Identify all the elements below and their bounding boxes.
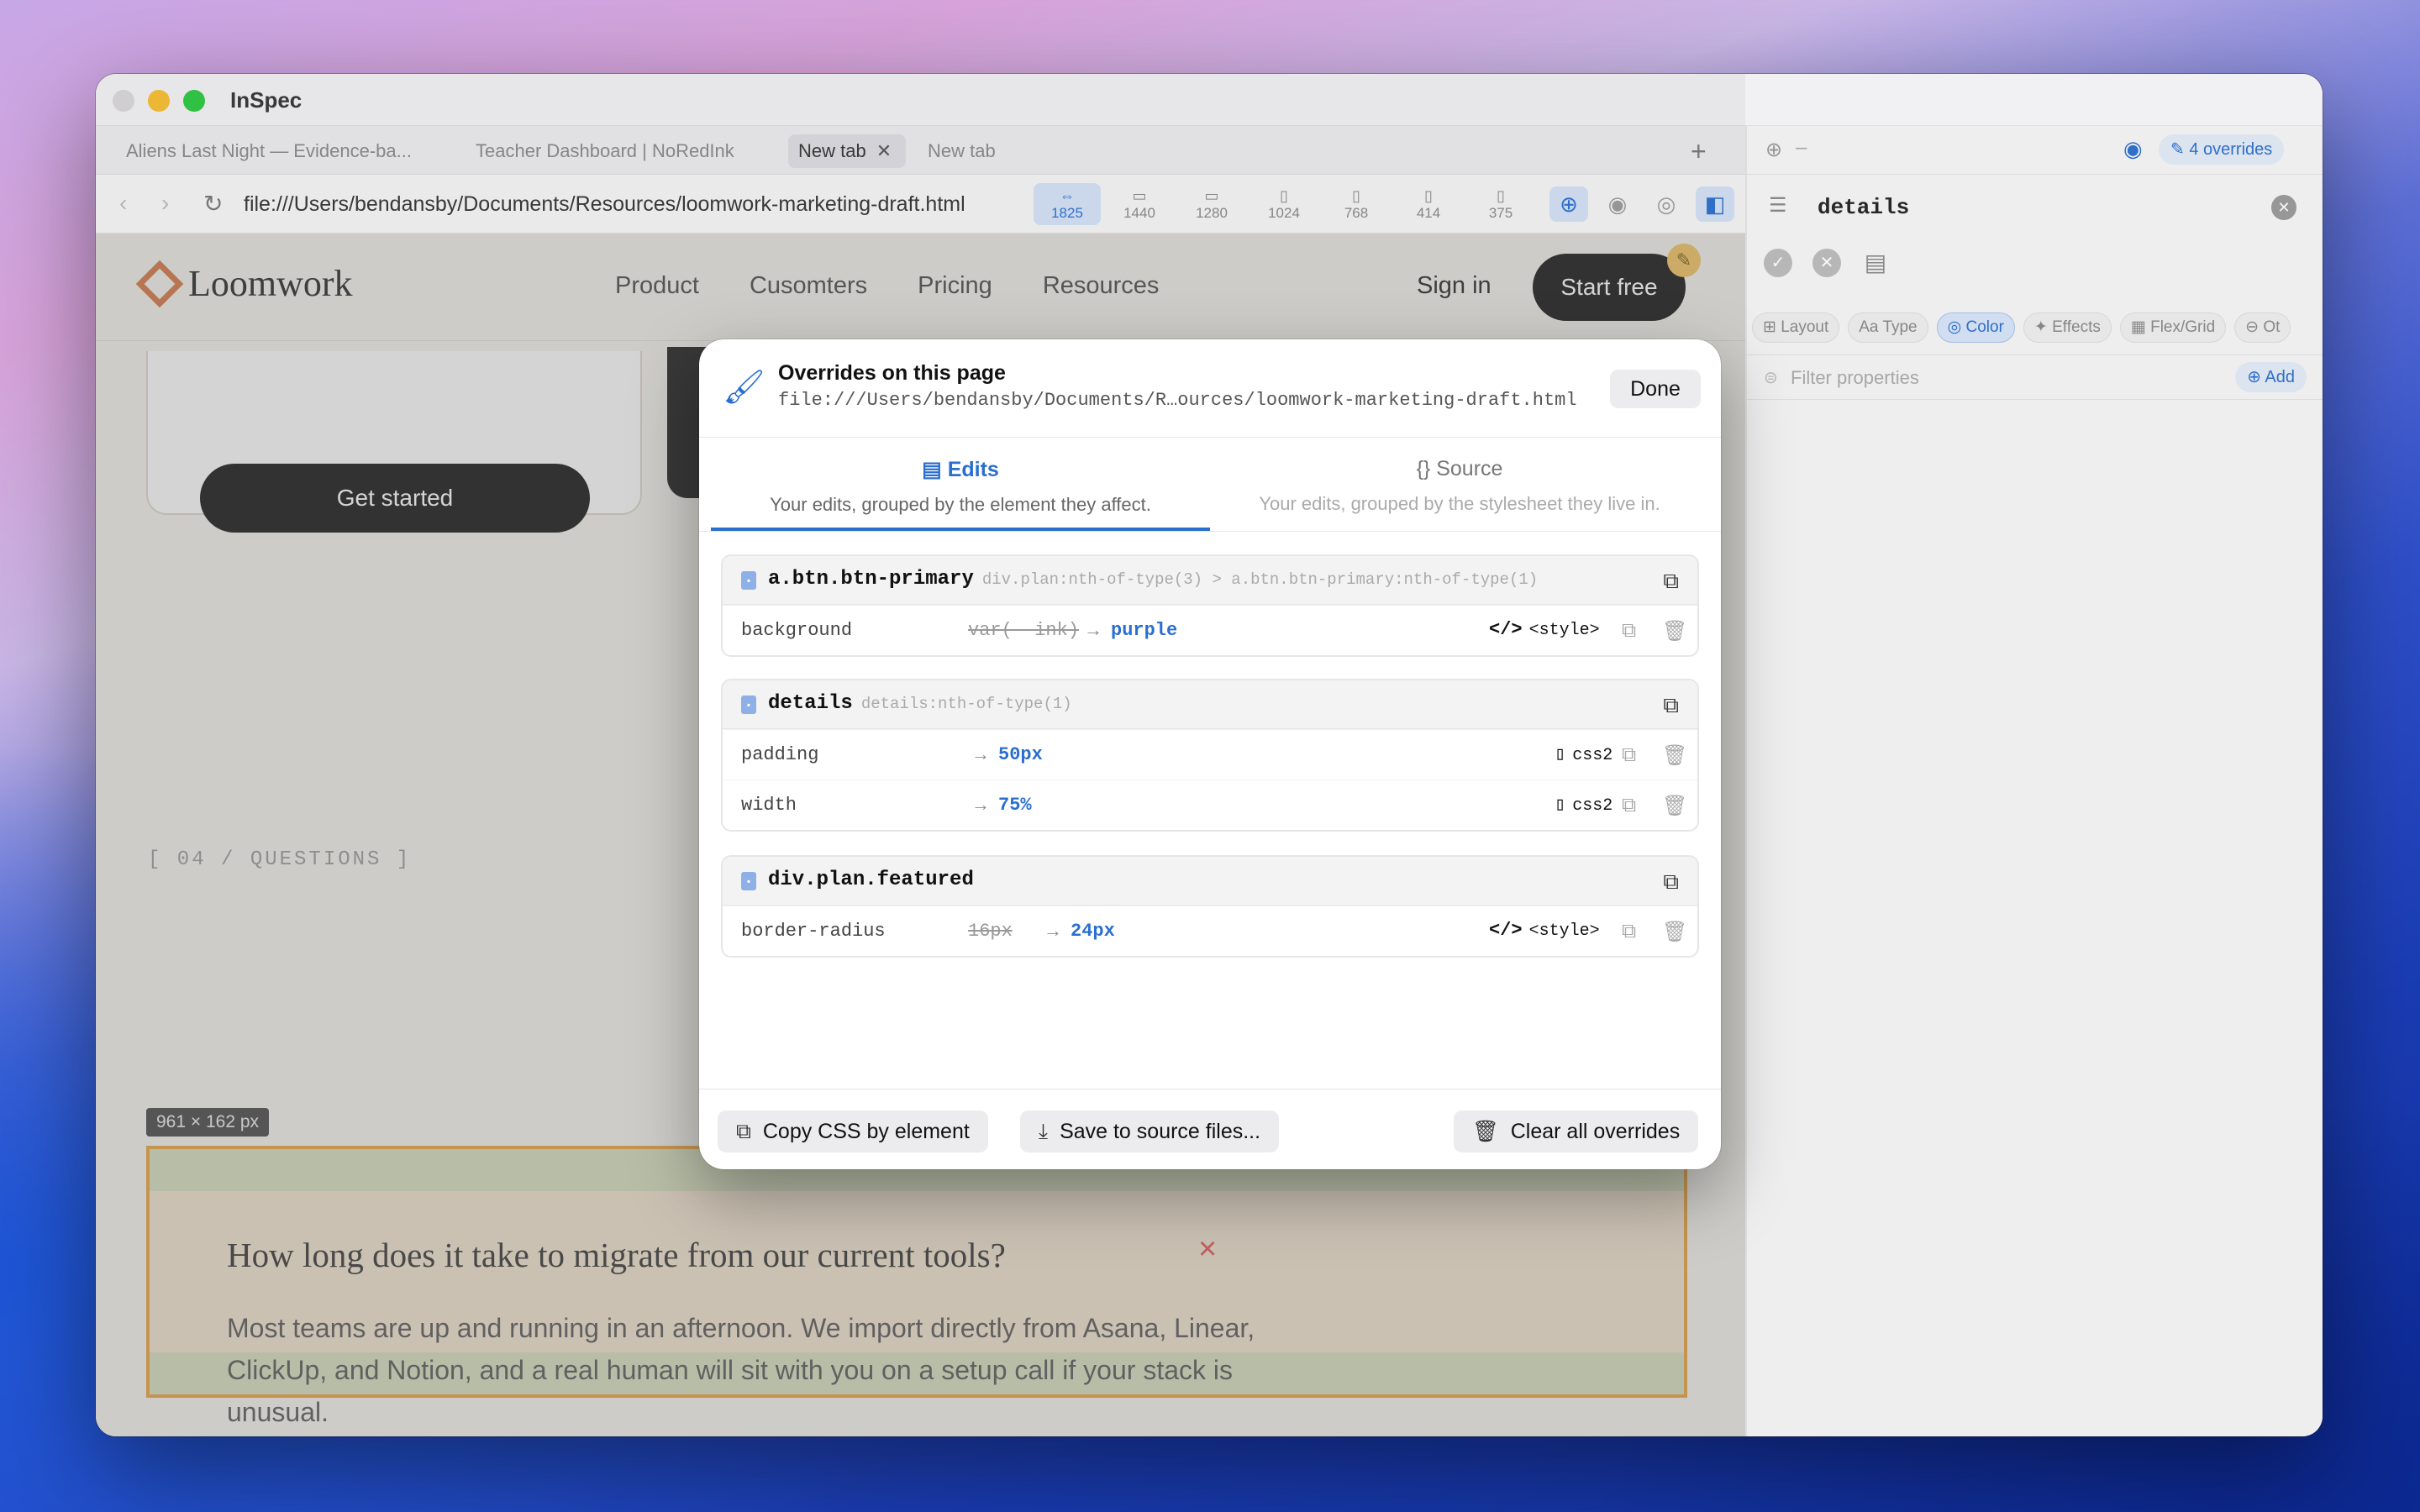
group-selector: div.plan.featured	[768, 869, 974, 891]
divider	[699, 531, 1721, 532]
copy-icon[interactable]: ⧉	[1663, 869, 1679, 895]
done-button[interactable]: Done	[1610, 370, 1701, 408]
group-header: ▪ details details:nth-of-type(1) ⧉	[723, 680, 1697, 729]
override-row: padding → 50px ▯ css2 ⧉ 🗑	[723, 729, 1697, 780]
element-icon: ▪	[741, 571, 756, 590]
divider	[699, 437, 1721, 438]
selector-path: details:nth-of-type(1)	[860, 695, 1072, 713]
group-header: ▪ div.plan.featured ⧉	[723, 857, 1697, 906]
arrow-icon: →	[1084, 619, 1102, 640]
new-value[interactable]: 24px	[1071, 921, 1115, 942]
paintbrush-icon: 🖌	[723, 369, 765, 406]
group-header: ▪ a.btn.btn-primary div.plan:nth-of-type(…	[723, 556, 1697, 605]
trash-icon[interactable]: 🗑	[1662, 794, 1687, 818]
selector-text: details	[768, 692, 853, 715]
source-label[interactable]: css2	[1572, 746, 1612, 765]
sidebar-dim	[1747, 126, 2323, 1436]
new-value[interactable]: 75%	[998, 795, 1032, 816]
source-label[interactable]: <style>	[1529, 621, 1600, 640]
tab-edits-label: Edits	[947, 458, 999, 481]
code-icon: </>	[1489, 619, 1523, 640]
file-icon: ▯	[1555, 795, 1566, 816]
save-source-label: Save to source files...	[1060, 1120, 1261, 1143]
old-value: var(--ink)	[968, 620, 1080, 641]
element-icon: ▪	[741, 696, 756, 714]
code-icon: </>	[1489, 920, 1523, 941]
clear-overrides-button[interactable]: 🗑 Clear all overrides	[1454, 1110, 1699, 1152]
property-name: width	[741, 795, 797, 816]
source-label[interactable]: <style>	[1529, 921, 1600, 941]
active-tab-underline	[711, 528, 1210, 531]
trash-icon[interactable]: 🗑	[1662, 920, 1687, 944]
override-group: ▪ div.plan.featured ⧉ border-radius 16px…	[721, 855, 1699, 958]
edits-icon: ▤	[922, 458, 948, 481]
selector-text: a.btn.btn-primary	[768, 568, 974, 591]
selector-path: div.plan:nth-of-type(3) > a.btn.btn-prim…	[981, 570, 1539, 589]
copy-icon[interactable]: ⧉	[1663, 692, 1679, 719]
tab-source[interactable]: {} Source Your edits, grouped by the sty…	[1210, 457, 1709, 515]
group-selector: a.btn.btn-primary div.plan:nth-of-type(3)…	[768, 568, 1538, 591]
element-icon: ▪	[741, 872, 756, 890]
modal-file-path: file:///Users/bendansby/Documents/R…ourc…	[778, 390, 1577, 411]
property-name: border-radius	[741, 921, 886, 942]
trash-icon[interactable]: 🗑	[1662, 619, 1687, 643]
new-value[interactable]: 50px	[998, 744, 1043, 765]
arrow-icon: →	[1044, 920, 1062, 941]
copy-icon: ⧉	[736, 1120, 751, 1143]
source-label[interactable]: css2	[1572, 796, 1612, 816]
arrow-icon: →	[971, 743, 990, 764]
selector-text: div.plan.featured	[768, 869, 974, 891]
override-row: border-radius 16px → 24px </> <style> ⧉ 🗑	[723, 906, 1697, 956]
copy-icon[interactable]: ⧉	[1622, 794, 1636, 817]
copy-icon[interactable]: ⧉	[1663, 568, 1679, 595]
old-value: 16px	[968, 921, 1013, 942]
override-group: ▪ a.btn.btn-primary div.plan:nth-of-type(…	[721, 554, 1699, 657]
clear-overrides-label: Clear all overrides	[1510, 1120, 1681, 1143]
copy-icon[interactable]: ⧉	[1622, 619, 1636, 643]
tab-source-subtitle: Your edits, grouped by the stylesheet th…	[1259, 493, 1660, 514]
tab-edits-subtitle: Your edits, grouped by the element they …	[770, 494, 1151, 515]
file-icon: ▯	[1555, 744, 1566, 765]
copy-icon[interactable]: ⧉	[1622, 920, 1636, 943]
new-value[interactable]: purple	[1111, 620, 1177, 641]
trash-icon: 🗑	[1472, 1120, 1499, 1143]
property-name: background	[741, 620, 853, 641]
copy-css-button[interactable]: ⧉ Copy CSS by element	[718, 1110, 988, 1152]
modal-title: Overrides on this page	[778, 361, 1006, 385]
toolbar-dim	[96, 74, 1745, 234]
save-icon: ⤓	[1039, 1120, 1049, 1143]
inspector-sidebar: ⊕ – ◉ ✎ 4 overrides ☰ details ✕ ✓ ✕ ▤ ⊞ …	[1745, 126, 2323, 1436]
tab-edits[interactable]: ▤ Edits Your edits, grouped by the eleme…	[711, 457, 1210, 516]
save-source-button[interactable]: ⤓ Save to source files...	[1020, 1110, 1280, 1152]
arrow-icon: →	[971, 794, 990, 815]
copy-css-label: Copy CSS by element	[762, 1120, 970, 1143]
tab-source-label: Source	[1436, 457, 1503, 480]
property-name: padding	[741, 744, 819, 765]
override-row: background var(--ink) → purple </> <style…	[723, 605, 1697, 655]
override-group: ▪ details details:nth-of-type(1) ⧉ paddin…	[721, 679, 1699, 832]
braces-icon: {}	[1416, 457, 1437, 480]
group-selector: details details:nth-of-type(1)	[768, 692, 1072, 715]
trash-icon[interactable]: 🗑	[1662, 743, 1687, 768]
copy-icon[interactable]: ⧉	[1622, 743, 1636, 767]
overrides-modal: 🖌 Overrides on this page file:///Users/b…	[699, 339, 1721, 1169]
override-row: width → 75% ▯ css2 ⧉ 🗑	[723, 780, 1697, 830]
